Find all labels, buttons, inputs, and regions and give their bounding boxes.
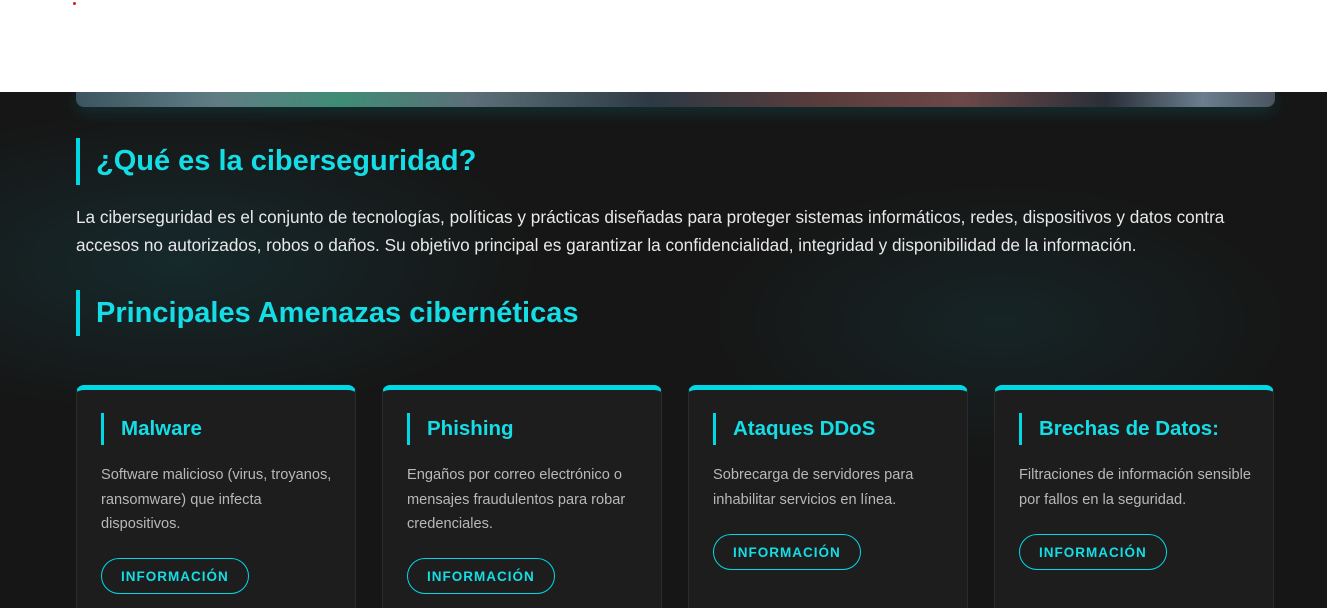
intro-paragraph: La ciberseguridad es el conjunto de tecn… [76,207,1225,255]
info-button-malware[interactable]: INFORMACIÓN [101,558,249,594]
info-button-ddos[interactable]: INFORMACIÓN [713,534,861,570]
threats-section-title: Principales Amenazas cibernéticas [76,290,579,336]
info-button-phishing[interactable]: INFORMACIÓN [407,558,555,594]
threat-card-malware: Malware Software malicioso (virus, troya… [76,385,356,608]
red-dot-marker [73,2,76,5]
threat-card-ddos: Ataques DDoS Sobrecarga de servidores pa… [688,385,968,608]
main-content: ¿Qué es la ciberseguridad? La cibersegur… [0,92,1327,608]
card-title: Malware [101,413,202,445]
card-description: Filtraciones de información sensible por… [1019,467,1251,508]
card-title: Ataques DDoS [713,413,875,445]
intro-section-title: ¿Qué es la ciberseguridad? [76,138,476,185]
threat-card-data-breach: Brechas de Datos: Filtraciones de inform… [994,385,1274,608]
hero-image [76,92,1275,107]
threat-card-phishing: Phishing Engaños por correo electrónico … [382,385,662,608]
card-title: Phishing [407,413,514,445]
page-header-area [0,0,1327,92]
card-title: Brechas de Datos: [1019,413,1219,445]
card-description: Sobrecarga de servidores para inhabilita… [713,467,914,508]
info-button-data-breach[interactable]: INFORMACIÓN [1019,534,1167,570]
card-description: Software malicioso (virus, troyanos, ran… [101,467,332,532]
card-description: Engaños por correo electrónico o mensaje… [407,467,626,532]
